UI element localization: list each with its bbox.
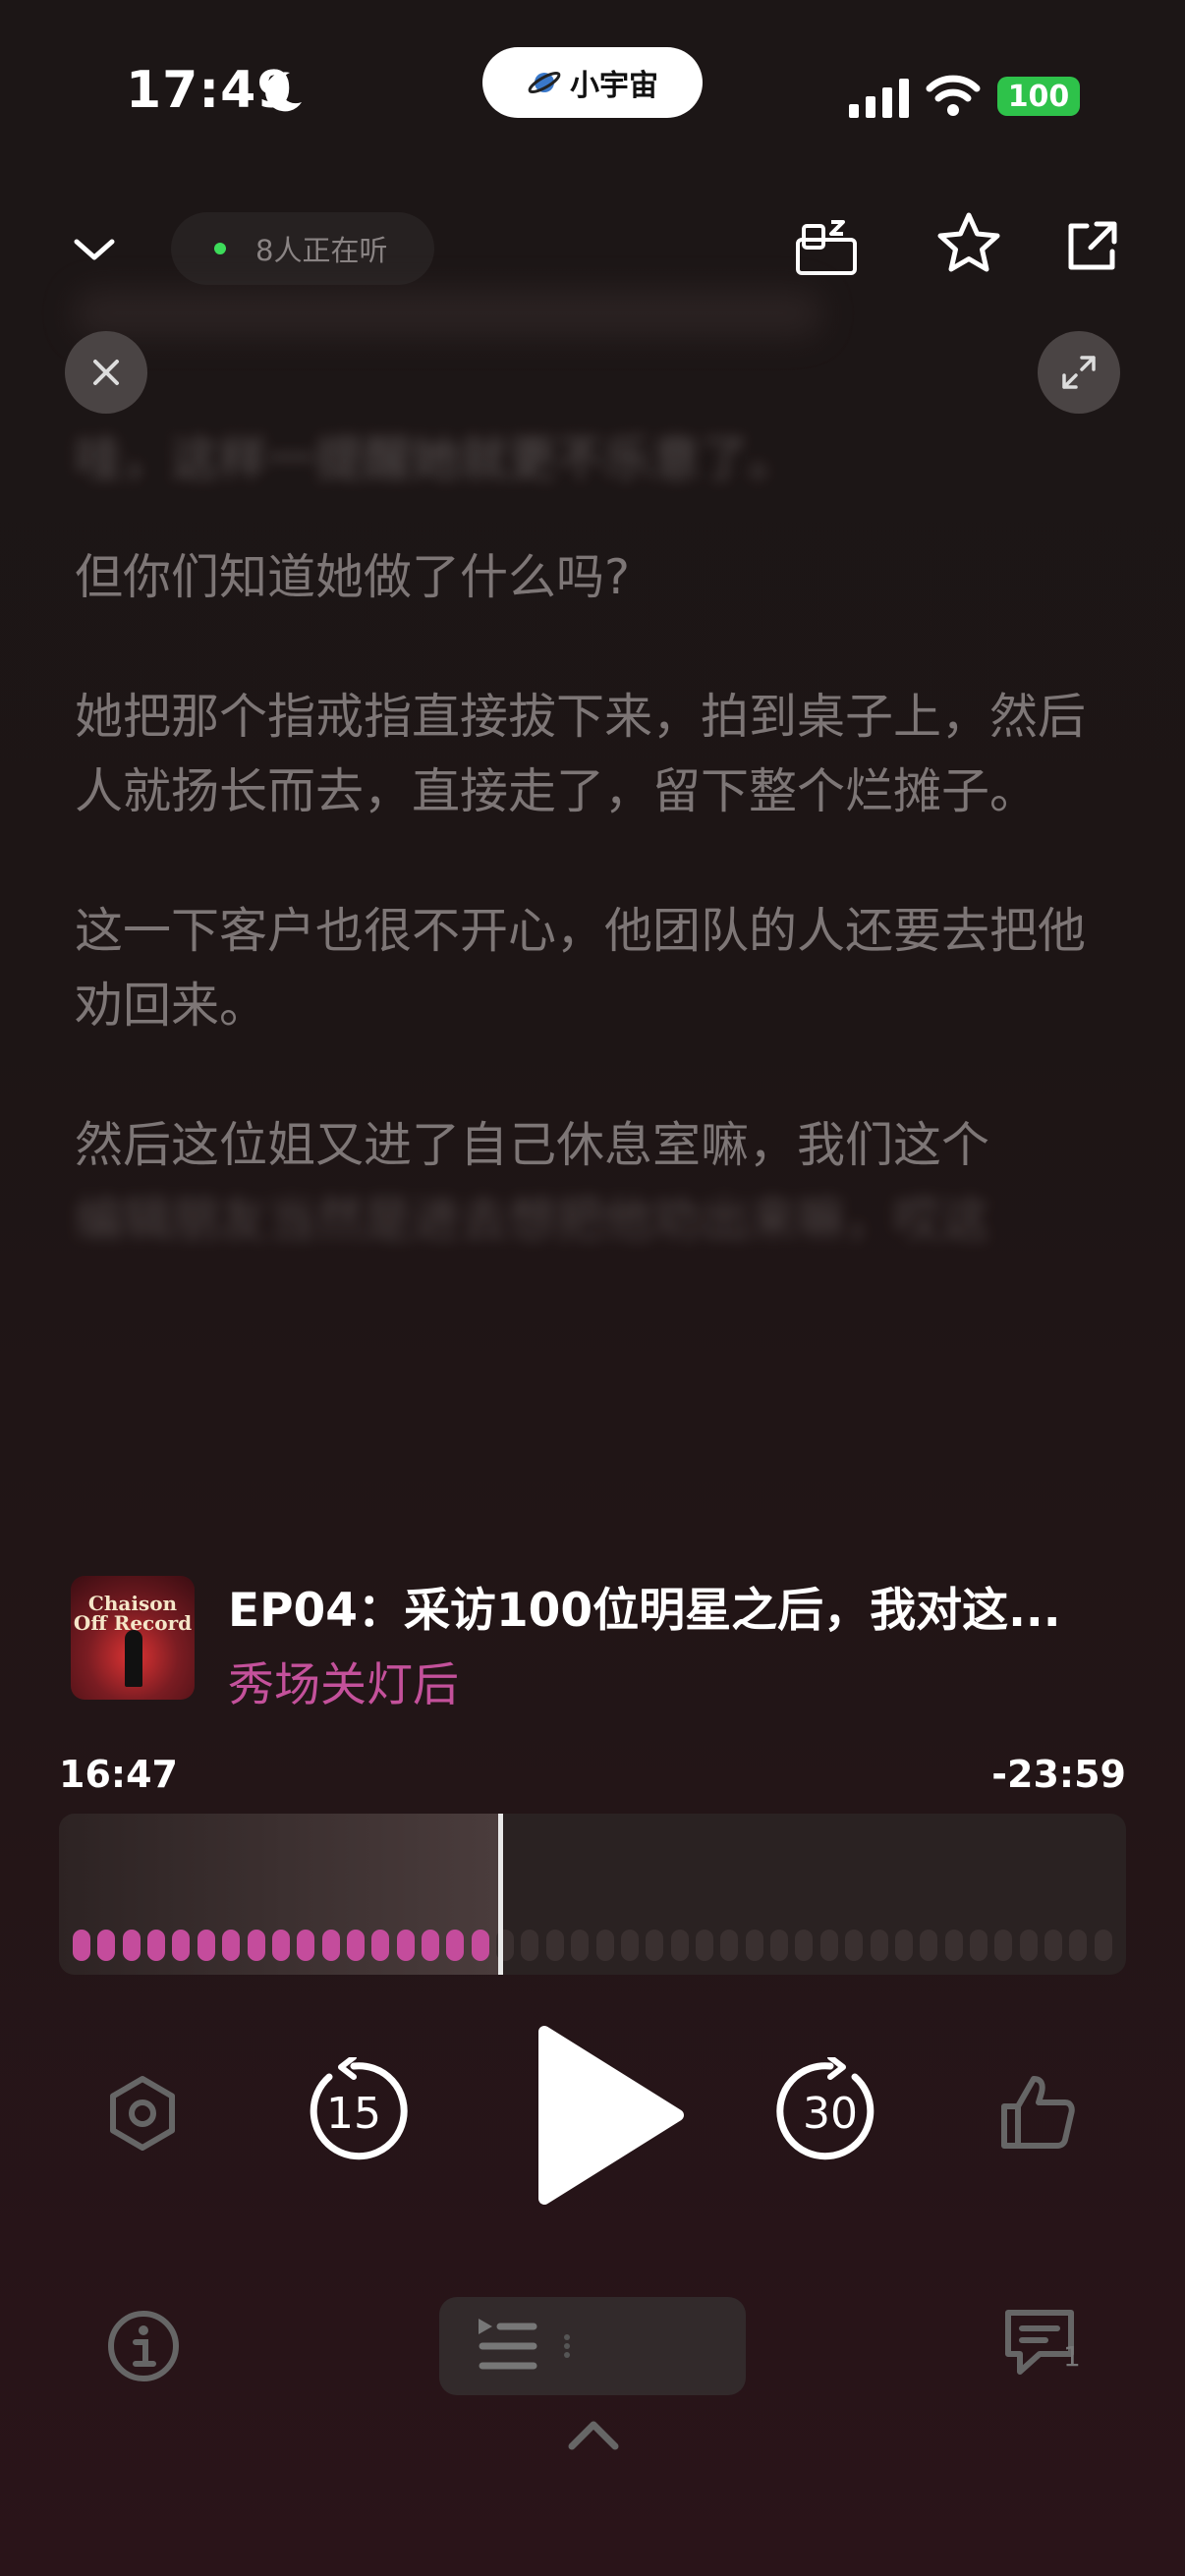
waveform-bar	[321, 1930, 340, 1961]
live-dot	[214, 243, 226, 254]
waveform-bar	[894, 1930, 913, 1961]
show-name[interactable]: 秀场关灯后	[228, 1647, 459, 1714]
star-icon[interactable]	[935, 210, 1002, 277]
waveform-bar	[371, 1930, 390, 1961]
share-icon[interactable]	[1061, 216, 1122, 277]
island-label: 小宇宙	[570, 69, 658, 103]
waveform-bar	[446, 1930, 465, 1961]
waveform-bar	[396, 1930, 415, 1961]
transcript-paragraph: 她把那个指戒指直接拔下来，拍到桌子上，然后人就扬长而去，直接走了，留下整个烂摊子…	[75, 689, 1087, 819]
transcript: 哇，这样一提醒她就更不乐意了。 但你们知道她做了什么吗? 她把那个指戒指直接拔下…	[75, 285, 1106, 1258]
transcript-paragraph: 这一下客户也很不开心，他团队的人还要去把他劝回来。	[75, 903, 1087, 1034]
waveform-bar	[471, 1930, 489, 1961]
forward-30-icon[interactable]: 30	[776, 2057, 884, 2165]
planet-icon	[528, 71, 561, 94]
waveform-bar	[870, 1930, 888, 1961]
more-dots-icon	[564, 2334, 570, 2358]
playlist-button[interactable]	[439, 2297, 746, 2395]
waveform-bar	[620, 1930, 639, 1961]
waveform-bar	[545, 1930, 564, 1961]
waveform-bar	[97, 1930, 116, 1961]
playback-speed-icon[interactable]	[104, 2075, 181, 2152]
playlist-icon	[479, 2319, 537, 2370]
waveform-bar	[745, 1930, 763, 1961]
waveform-bar	[920, 1930, 938, 1961]
cellular-signal-icon	[849, 79, 909, 118]
chevron-up-icon[interactable]	[566, 2417, 621, 2452]
waveform-bar	[845, 1930, 864, 1961]
waveform-bar	[969, 1930, 988, 1961]
forward-seconds: 30	[803, 2089, 858, 2139]
transcript-blurred-line: 哇，这样一提醒她就更不乐意了。	[75, 431, 798, 487]
comment-count: 1	[1063, 2340, 1081, 2373]
waveform-bar	[1044, 1930, 1063, 1961]
battery-tip	[1073, 88, 1079, 104]
battery-indicator: 100	[997, 77, 1080, 116]
waveform-bar	[595, 1930, 614, 1961]
waveform-bar	[197, 1930, 215, 1961]
waveform-bar	[521, 1930, 539, 1961]
waveform-bar	[1094, 1930, 1112, 1961]
moon-icon	[265, 72, 302, 112]
waveform-bar	[147, 1930, 166, 1961]
playhead[interactable]	[498, 1814, 504, 1975]
waveform-bar	[346, 1930, 365, 1961]
waveform-bar	[422, 1930, 440, 1961]
waveform-bar	[73, 1930, 90, 1961]
wifi-icon	[926, 75, 981, 116]
live-listeners-pill[interactable]: 8人正在听	[171, 212, 434, 285]
chevron-down-icon[interactable]	[69, 224, 120, 275]
cover-figure	[125, 1630, 142, 1687]
time-elapsed: 16:47	[59, 1753, 178, 1796]
waveform-bar	[1069, 1930, 1088, 1961]
listeners-count: 8人正在听	[255, 234, 388, 267]
waveform-bar	[172, 1930, 191, 1961]
sleep-timer-icon[interactable]	[794, 214, 863, 277]
episode-title[interactable]: EP04：采访100位明星之后，我对这...	[228, 1572, 1112, 1640]
waveform-scrubber[interactable]	[59, 1814, 1126, 1975]
expand-transcript-button[interactable]	[1038, 331, 1120, 414]
transcript-paragraph: 但你们知道她做了什么吗?	[75, 549, 631, 605]
thumbs-up-icon[interactable]	[998, 2073, 1077, 2152]
transcript-paragraph: 然后这位姐又进了自己休息室嘛，我们这个	[75, 1117, 990, 1173]
waveform-bar	[247, 1930, 265, 1961]
waveform-bar	[695, 1930, 713, 1961]
waveform-bars	[73, 1930, 1112, 1961]
waveform-bar	[720, 1930, 739, 1961]
waveform-bar	[222, 1930, 241, 1961]
waveform-bar	[994, 1930, 1013, 1961]
play-icon[interactable]	[531, 2022, 688, 2209]
dynamic-island-pill[interactable]: 小宇宙	[482, 47, 703, 118]
cover-text: Chaison Off Record	[73, 1592, 193, 1635]
transcript-faded-line: 编辑朋友当然是进去想把他劝出来嘛，哎这	[75, 1192, 990, 1248]
waveform-bar	[770, 1930, 789, 1961]
waveform-bar	[297, 1930, 315, 1961]
rewind-15-icon[interactable]: 15	[300, 2057, 408, 2165]
close-transcript-button[interactable]	[65, 331, 147, 414]
rewind-seconds: 15	[326, 2089, 381, 2139]
waveform-bar	[670, 1930, 689, 1961]
waveform-bar	[819, 1930, 838, 1961]
expand-icon	[1062, 356, 1096, 389]
waveform-bar	[944, 1930, 963, 1961]
close-icon	[93, 360, 119, 385]
info-icon[interactable]	[106, 2309, 181, 2383]
waveform-bar	[122, 1930, 141, 1961]
waveform-bar	[271, 1930, 290, 1961]
time-remaining: -23:59	[991, 1753, 1126, 1796]
waveform-bar	[646, 1930, 664, 1961]
waveform-bar	[1019, 1930, 1038, 1961]
waveform-bar	[795, 1930, 814, 1961]
waveform-bar	[571, 1930, 590, 1961]
episode-cover[interactable]: Chaison Off Record	[71, 1576, 195, 1700]
